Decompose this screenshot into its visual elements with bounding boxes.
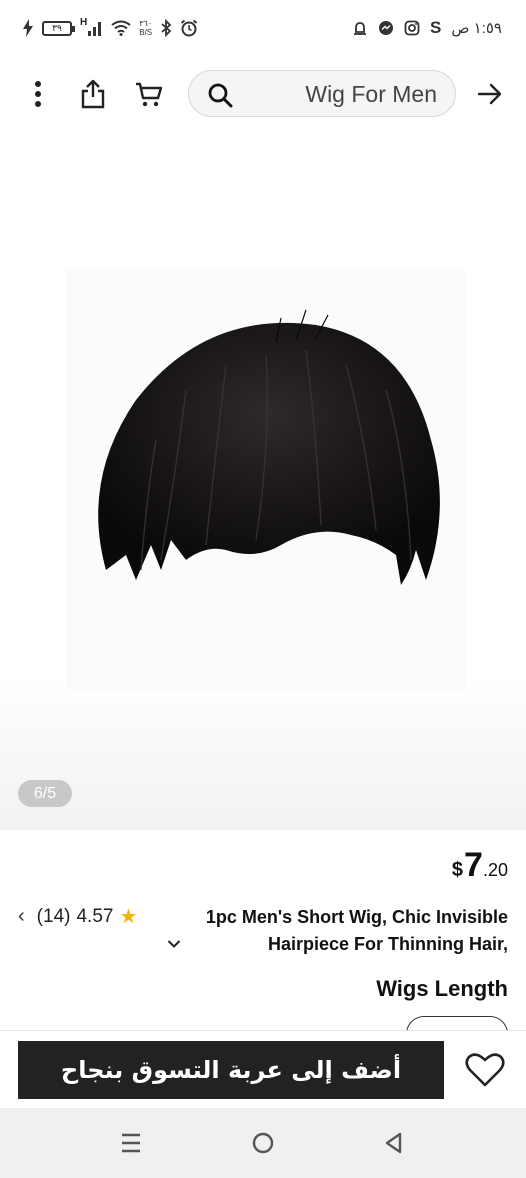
share-icon xyxy=(81,79,105,109)
alarm-icon xyxy=(180,18,198,38)
status-time: ١:٥٩ ص xyxy=(451,20,502,37)
price-currency: $ xyxy=(451,859,464,881)
add-to-cart-button[interactable]: أضف إلى عربة التسوق بنجاح xyxy=(18,1041,444,1099)
back-button[interactable] xyxy=(376,1126,410,1160)
network-speed: ٣٦٠ B/S xyxy=(139,19,152,37)
product-rating[interactable]: ‹ (14) 4.57 ★ xyxy=(18,904,137,929)
cart-icon xyxy=(136,82,163,107)
review-count: (14) xyxy=(36,905,71,927)
bottom-action-bar: أضف إلى عربة التسوق بنجاح xyxy=(0,1030,526,1108)
speed-value: ٣٦٠ xyxy=(139,19,153,28)
status-right: S ١:٥٩ ص xyxy=(352,18,502,38)
product-title-line-2: Hairpiece For Thinning Hair, xyxy=(267,934,508,954)
image-page-counter: 6/5 xyxy=(18,780,72,807)
signal-icon: H xyxy=(80,16,103,38)
more-vertical-icon xyxy=(35,81,41,107)
search-bar[interactable] xyxy=(188,70,456,117)
search-go-button[interactable] xyxy=(470,74,510,114)
option-label-wigs-length: Wigs Length xyxy=(376,976,508,1001)
price-decimal: .20 xyxy=(482,860,508,880)
recent-apps-button[interactable] xyxy=(114,1126,148,1160)
instagram-icon xyxy=(404,18,420,38)
product-image-gallery[interactable]: 6/5 xyxy=(0,130,526,830)
battery-icon: ٣٩ xyxy=(42,20,75,36)
heart-icon xyxy=(465,1053,505,1087)
star-icon: ★ xyxy=(119,906,138,928)
cart-button[interactable] xyxy=(129,74,169,114)
status-bar: ٣٩ H ٣٦٠ B/S S ١:٥٩ ص xyxy=(0,0,526,58)
top-toolbar xyxy=(0,58,526,130)
more-options-button[interactable] xyxy=(18,74,58,114)
wishlist-button[interactable] xyxy=(462,1049,508,1091)
bluetooth-icon xyxy=(160,18,172,38)
home-circle-icon xyxy=(252,1132,274,1154)
menu-lines-icon xyxy=(122,1133,140,1153)
speed-unit: B/S xyxy=(139,28,153,37)
messenger-icon xyxy=(378,18,394,38)
chevron-left-icon: ‹ xyxy=(18,905,25,927)
system-nav-bar xyxy=(0,1108,526,1178)
home-button[interactable] xyxy=(246,1126,280,1160)
arrow-right-icon xyxy=(477,83,502,105)
charging-icon xyxy=(22,18,34,38)
product-image xyxy=(66,270,466,690)
price-integer: 7 xyxy=(464,846,483,884)
expand-title-button[interactable] xyxy=(162,932,186,956)
app-s-icon: S xyxy=(430,18,442,37)
wifi-icon xyxy=(111,18,131,38)
search-icon xyxy=(207,82,233,113)
share-button[interactable] xyxy=(73,74,113,114)
chevron-down-icon xyxy=(167,940,181,948)
search-input[interactable] xyxy=(237,81,437,107)
product-price: $ 7 .20 xyxy=(452,846,508,885)
network-type: H xyxy=(80,16,88,28)
rating-value: 4.57 xyxy=(76,905,114,927)
product-title: 1pc Men's Short Wig, Chic Invisible Hair… xyxy=(188,904,508,958)
back-triangle-icon xyxy=(385,1132,402,1154)
notification-bell-icon xyxy=(352,18,368,38)
status-left: ٣٩ H ٣٦٠ B/S xyxy=(22,16,198,38)
product-title-line-1: 1pc Men's Short Wig, Chic Invisible xyxy=(205,907,508,927)
